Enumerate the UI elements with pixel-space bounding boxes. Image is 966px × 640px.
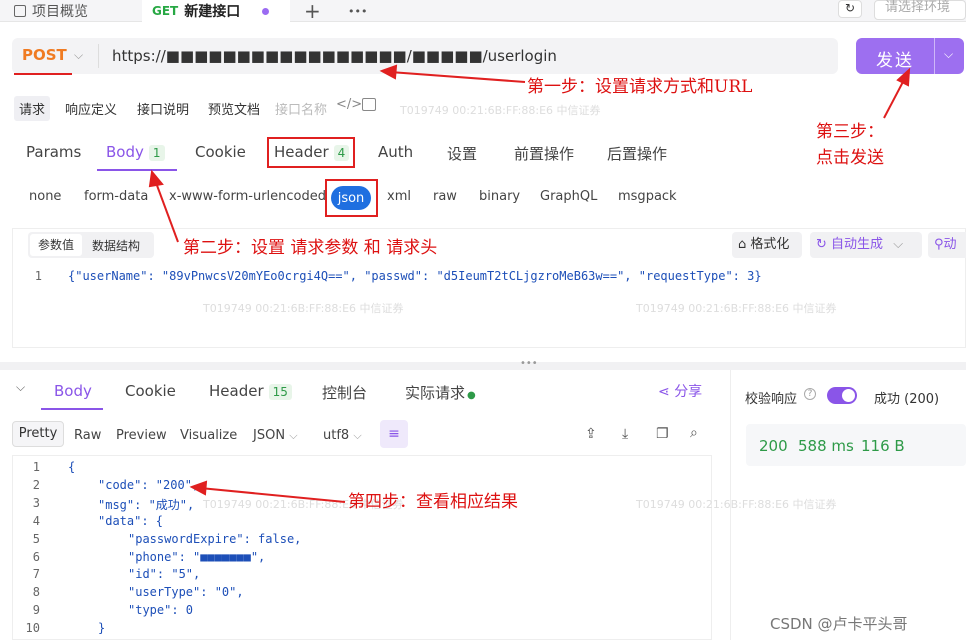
annotation-step2: 第二步：设置 请求参数 和 请求头	[183, 238, 438, 258]
annotation-arrows	[148, 64, 911, 503]
annotation-step4: 第四步：查看相应结果	[348, 492, 518, 512]
footer-credit: CSDN @卢卡平头哥	[770, 615, 908, 633]
annotation-step1: 第一步：设置请求方式和URL	[527, 77, 753, 97]
annotation-step3-body: 点击发送	[816, 148, 884, 168]
annotation-step3-title: 第三步：	[816, 122, 884, 142]
